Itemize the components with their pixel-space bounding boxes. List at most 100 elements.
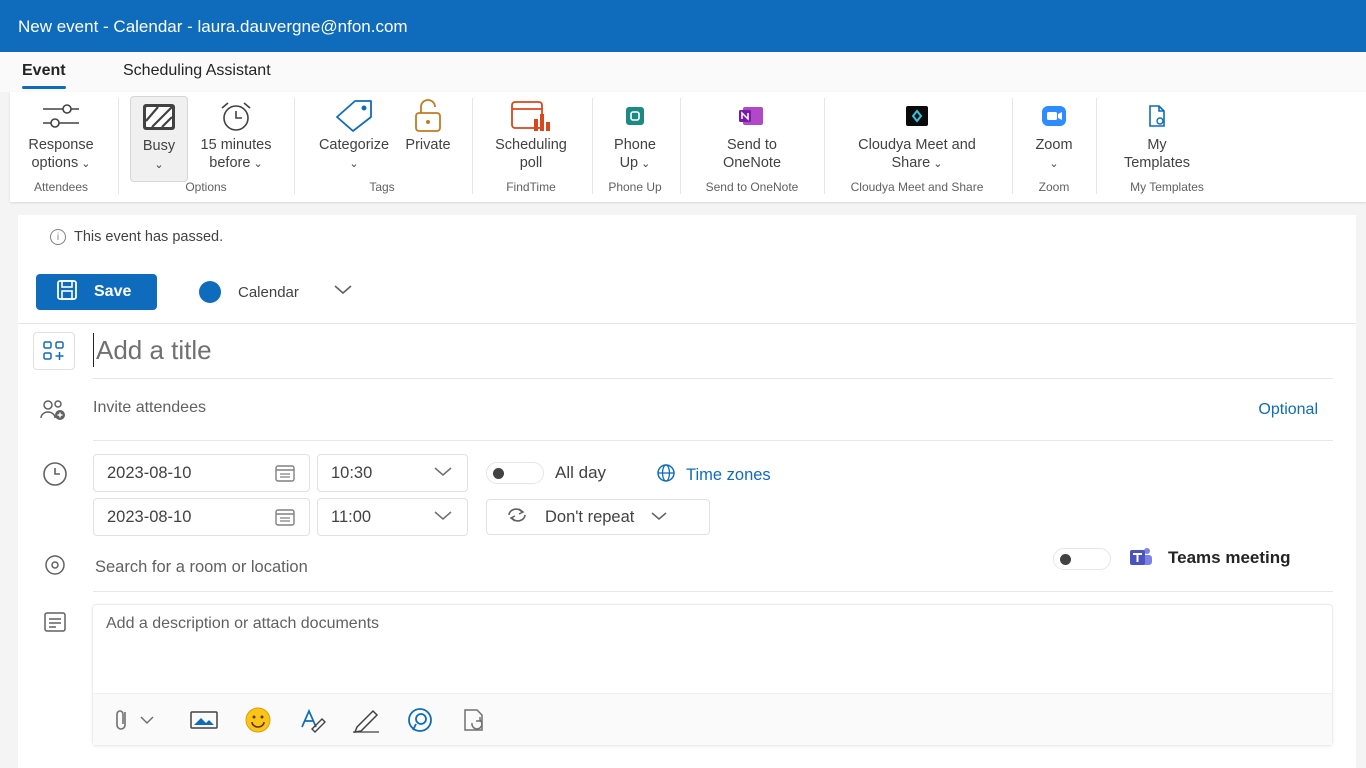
private-button[interactable]: Private <box>400 96 456 180</box>
title-input[interactable]: Add a title <box>93 333 212 367</box>
chevron-down-icon[interactable] <box>433 508 453 525</box>
add-people-icon <box>38 395 68 425</box>
divider <box>93 378 1333 379</box>
chevron-down-icon: ⌄ <box>154 159 164 171</box>
divider <box>93 591 1333 592</box>
description-toolbar <box>93 693 1332 745</box>
reminder-button[interactable]: 15 minutes before ⌄ <box>190 96 282 180</box>
my-templates-label: My Templates <box>1123 137 1191 171</box>
calendar-picker-icon[interactable] <box>275 508 295 529</box>
repeat-label: Don't repeat <box>545 507 635 526</box>
ribbon: Response options ⌄ Attendees Busy ⌄ 15 m… <box>10 92 1366 202</box>
busy-label: Busy <box>142 138 176 154</box>
my-templates-button[interactable]: My Templates <box>1106 96 1208 180</box>
cloudya-icon <box>834 96 1000 136</box>
image-icon[interactable] <box>189 706 219 734</box>
templates-icon <box>1106 96 1208 136</box>
window-title: New event - Calendar - laura.dauvergne@n… <box>18 17 408 36</box>
globe-icon <box>656 463 676 488</box>
alarm-clock-icon <box>190 96 282 136</box>
end-date-field[interactable]: 2023-08-10 <box>93 498 310 536</box>
group-label-my-templates: My Templates <box>1130 180 1204 194</box>
scheduling-poll-label: Scheduling poll <box>495 137 567 171</box>
description-placeholder: Add a description or attach documents <box>106 615 380 632</box>
categorize-button[interactable]: Categorize ⌄ <box>308 96 400 180</box>
group-label-findtime: FindTime <box>506 180 556 194</box>
description-icon <box>40 607 70 637</box>
description-editor[interactable]: Add a description or attach documents <box>92 604 1333 746</box>
chevron-down-icon: ⌄ <box>930 158 943 170</box>
end-time-field[interactable]: 11:00 <box>317 498 468 536</box>
draw-icon[interactable] <box>351 706 381 734</box>
response-options-button[interactable]: Response options ⌄ <box>16 96 106 180</box>
all-day-toggle[interactable] <box>486 462 544 484</box>
onenote-icon <box>690 96 814 136</box>
start-date-field[interactable]: 2023-08-10 <box>93 454 310 492</box>
chevron-down-icon[interactable] <box>332 282 354 301</box>
categorize-label: Categorize <box>318 137 390 153</box>
save-button[interactable]: Save <box>36 274 157 310</box>
chevron-down-icon: ⌄ <box>78 158 91 170</box>
invite-attendees-input[interactable]: Invite attendees <box>93 399 206 417</box>
emoji-icon[interactable] <box>243 706 273 734</box>
optional-attendees-link[interactable]: Optional <box>1258 401 1318 419</box>
chevron-down-icon <box>650 508 668 527</box>
signature-icon[interactable] <box>459 706 489 734</box>
chevron-down-icon: ⌄ <box>349 158 359 170</box>
tab-scheduling-assistant[interactable]: Scheduling Assistant <box>123 62 271 80</box>
calendar-color-dot <box>199 281 221 303</box>
zoom-button[interactable]: Zoom ⌄ <box>1022 96 1086 180</box>
group-label-send-to-onenote: Send to OneNote <box>705 180 799 194</box>
paperclip-icon[interactable] <box>111 706 161 734</box>
notice-text: This event has passed. <box>74 229 224 245</box>
start-time-field[interactable]: 10:30 <box>317 454 468 492</box>
teams-meeting-toggle[interactable] <box>1053 548 1111 570</box>
divider <box>18 323 1356 324</box>
chevron-down-icon: ⌄ <box>250 158 263 170</box>
info-icon: i <box>50 229 66 245</box>
end-time-value: 11:00 <box>331 507 372 526</box>
teams-icon <box>1128 546 1154 575</box>
teams-meeting-label: Teams meeting <box>1168 548 1291 567</box>
repeat-dropdown[interactable]: Don't repeat <box>486 499 710 535</box>
scheduling-poll-icon <box>482 96 580 136</box>
format-text-icon[interactable] <box>297 706 327 734</box>
group-label-cloudya: Cloudya Meet and Share <box>850 180 984 194</box>
cloudya-meet-label: Cloudya Meet and Share ⌄ <box>858 137 976 171</box>
busy-button[interactable]: Busy ⌄ <box>130 96 188 182</box>
tab-event[interactable]: Event <box>22 62 66 89</box>
calendar-selector[interactable]: Calendar <box>238 284 299 301</box>
chevron-down-icon: ⌄ <box>638 158 651 170</box>
response-options-icon <box>16 96 106 136</box>
phone-up-icon <box>602 96 668 136</box>
chevron-down-icon[interactable] <box>433 464 453 481</box>
send-to-onenote-label: Send to OneNote <box>722 137 782 171</box>
start-time-value: 10:30 <box>331 463 373 482</box>
phone-up-label: Phone Up ⌄ <box>614 137 656 171</box>
all-day-label: All day <box>555 463 607 482</box>
cloudya-meet-button[interactable]: Cloudya Meet and Share ⌄ <box>834 96 1000 180</box>
send-to-onenote-button[interactable]: Send to OneNote <box>690 96 814 180</box>
loop-icon[interactable] <box>405 706 435 734</box>
end-date-value: 2023-08-10 <box>107 507 192 526</box>
event-passed-notice: i This event has passed. <box>50 229 223 245</box>
time-zones-label: Time zones <box>686 466 771 484</box>
group-label-zoom: Zoom <box>1038 180 1070 194</box>
repeat-icon <box>505 505 529 530</box>
private-label: Private <box>405 137 451 153</box>
group-label-phone-up: Phone Up <box>608 180 662 194</box>
phone-up-button[interactable]: Phone Up ⌄ <box>602 96 668 180</box>
time-zones-button[interactable]: Time zones <box>656 463 771 488</box>
tag-icon <box>308 96 400 136</box>
divider <box>93 440 1333 441</box>
busy-icon <box>131 97 187 137</box>
save-label: Save <box>94 283 132 300</box>
group-label-tags: Tags <box>369 180 395 194</box>
unlocked-icon <box>400 96 456 136</box>
response-options-label: Response options ⌄ <box>28 137 94 171</box>
location-input[interactable]: Search for a room or location <box>95 558 308 577</box>
calendar-picker-icon[interactable] <box>275 464 295 485</box>
event-category-icon[interactable] <box>33 332 75 370</box>
window-title-bar: New event - Calendar - laura.dauvergne@n… <box>0 0 1366 52</box>
scheduling-poll-button[interactable]: Scheduling poll <box>482 96 580 180</box>
